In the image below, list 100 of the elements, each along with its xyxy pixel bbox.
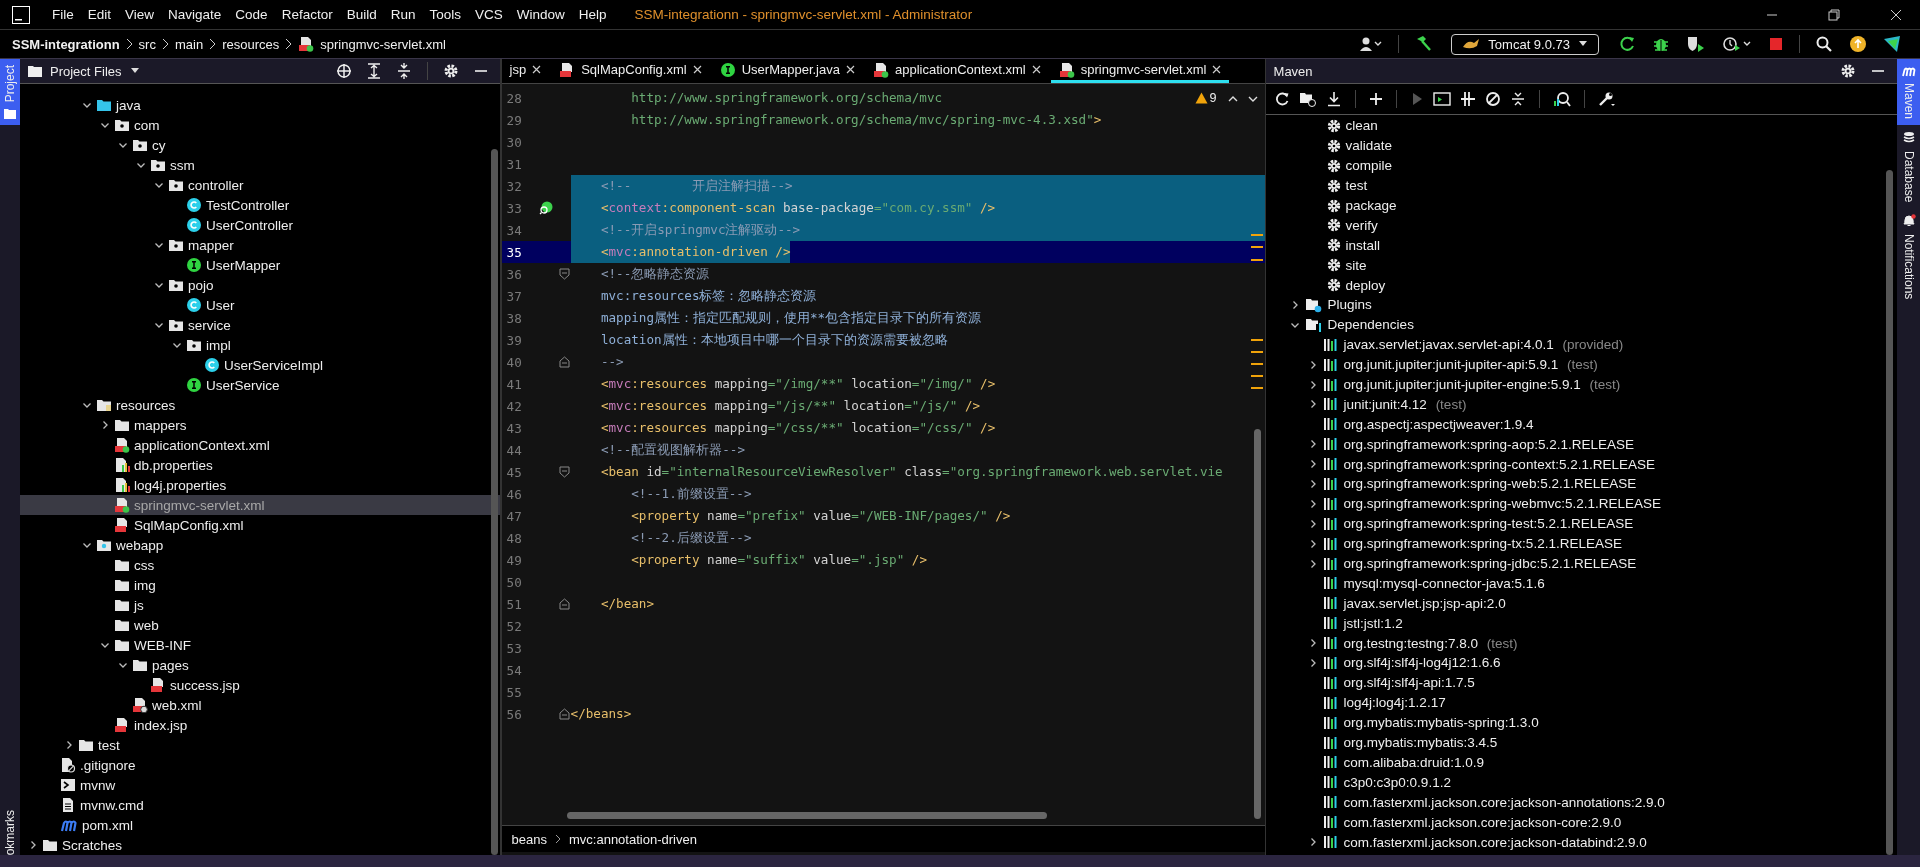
close-icon[interactable] bbox=[1212, 65, 1222, 74]
chevron-down-icon[interactable] bbox=[82, 400, 92, 410]
breadcrumb[interactable]: SSM-integrationn bbox=[12, 36, 120, 52]
breadcrumb[interactable]: mvc:annotation-driven bbox=[569, 831, 697, 847]
terminal-icon[interactable] bbox=[1432, 92, 1451, 106]
tree-item[interactable]: success.jsp bbox=[20, 675, 500, 695]
dependency-item[interactable]: c3p0:c3p0:0.9.1.2 bbox=[1265, 772, 1897, 793]
tree-item[interactable]: java bbox=[20, 95, 500, 115]
tree-item[interactable]: .gitignore bbox=[20, 755, 500, 775]
dependency-item[interactable]: com.fasterxml.jackson.core:jackson-annotations:2.9.0 bbox=[1265, 792, 1897, 813]
dependency-item[interactable]: org.springframework:spring-web:5.2.1.RELEASE bbox=[1265, 474, 1897, 494]
maven-goal[interactable]: install bbox=[1265, 235, 1897, 256]
panel-title[interactable]: Project Files bbox=[50, 63, 122, 79]
dependency-item[interactable]: org.springframework:spring-webmvc:5.2.1.RELEASE bbox=[1265, 493, 1897, 514]
tool-window-tab[interactable]: okmarks bbox=[0, 803, 20, 855]
tree-item[interactable]: UserService bbox=[20, 375, 500, 395]
toggle-offline-icon[interactable] bbox=[1459, 91, 1476, 107]
fold-icon[interactable] bbox=[558, 356, 570, 368]
dependency-item[interactable]: org.junit.jupiter:junit-jupiter-engine:5.9.1 (test) bbox=[1265, 374, 1897, 395]
rerun-icon[interactable] bbox=[1618, 35, 1636, 53]
dependency-item[interactable]: com.fasterxml.jackson.core:jackson-core:2.9.0 bbox=[1265, 812, 1897, 833]
caret-icon[interactable] bbox=[129, 67, 140, 75]
collapse-all-icon[interactable] bbox=[1509, 91, 1526, 107]
tree-item[interactable]: WEB-INF bbox=[20, 635, 500, 655]
maven-node[interactable]: Plugins bbox=[1265, 295, 1897, 315]
stop-icon[interactable] bbox=[1768, 36, 1784, 52]
close-icon[interactable] bbox=[1031, 65, 1041, 74]
chevron-down-icon[interactable] bbox=[172, 340, 182, 350]
search-icon[interactable] bbox=[1815, 35, 1833, 53]
chevron-down-icon[interactable] bbox=[82, 540, 92, 550]
dependency-item[interactable]: log4j:log4j:1.2.17 bbox=[1265, 692, 1897, 713]
wrench-icon[interactable] bbox=[1597, 91, 1616, 107]
editor-tab[interactable]: applicationContext.xml bbox=[864, 59, 1049, 83]
tree-item[interactable]: test bbox=[20, 735, 500, 755]
add-folder-icon[interactable] bbox=[1298, 91, 1317, 107]
tree-item[interactable]: service bbox=[20, 315, 500, 335]
menu-item[interactable]: Edit bbox=[87, 7, 112, 22]
tree-item[interactable]: web.xml bbox=[20, 695, 500, 715]
dependency-item[interactable]: junit:junit:4.12 (test) bbox=[1265, 394, 1897, 415]
maven-goal[interactable]: package bbox=[1265, 195, 1897, 216]
maven-goal[interactable]: test bbox=[1265, 175, 1897, 196]
chevron-down-icon[interactable] bbox=[82, 100, 92, 110]
app-logo-icon[interactable] bbox=[12, 5, 30, 24]
maven-goal[interactable]: verify bbox=[1265, 215, 1897, 236]
plus-icon[interactable] bbox=[1368, 92, 1383, 106]
tree-item[interactable]: log4j.properties bbox=[20, 475, 500, 495]
dependency-item[interactable]: org.springframework:spring-aop:5.2.1.RELEASE bbox=[1265, 434, 1897, 455]
tree-item[interactable]: SqlMapConfig.xml bbox=[20, 515, 500, 535]
menu-item[interactable]: Help bbox=[578, 7, 607, 22]
user-icon[interactable] bbox=[1359, 36, 1384, 52]
tree-item[interactable]: mvnw bbox=[20, 775, 500, 795]
tree-item[interactable]: db.properties bbox=[20, 455, 500, 475]
editor-tab[interactable]: SqlMapConfig.xml bbox=[551, 59, 710, 83]
close-icon[interactable] bbox=[845, 65, 855, 74]
tree-item[interactable]: applicationContext.xml bbox=[20, 435, 500, 455]
dependency-item[interactable]: javax.servlet.jsp:jsp-api:2.0 bbox=[1265, 593, 1897, 614]
tree-item[interactable]: UserServiceImpl bbox=[20, 355, 500, 375]
bean-icon[interactable] bbox=[538, 201, 553, 215]
breadcrumb[interactable]: springmvc-servlet.xml bbox=[320, 36, 446, 52]
tree-item[interactable]: Scratches bbox=[20, 835, 500, 855]
menu-item[interactable]: Refactor bbox=[281, 7, 333, 22]
tree-item[interactable]: mappers bbox=[20, 415, 500, 435]
dependency-item[interactable]: org.springframework:spring-jdbc:5.2.1.RELEASE bbox=[1265, 553, 1897, 574]
dependency-item[interactable]: org.aspectj:aspectjweaver:1.9.4 bbox=[1265, 414, 1897, 435]
fold-icon[interactable] bbox=[558, 466, 570, 478]
chevron-down-icon[interactable] bbox=[154, 280, 164, 290]
menu-item[interactable]: Build bbox=[346, 7, 377, 22]
toolbox-icon[interactable] bbox=[1883, 35, 1901, 53]
tree-item[interactable]: web bbox=[20, 615, 500, 635]
settings-icon[interactable] bbox=[442, 63, 459, 79]
editor-tab[interactable]: jsp bbox=[501, 59, 550, 83]
tree-item[interactable]: controller bbox=[20, 175, 500, 195]
warning-counter[interactable]: 9 bbox=[1194, 91, 1217, 105]
maven-goal[interactable]: validate bbox=[1265, 135, 1897, 156]
dependency-item[interactable]: org.mybatis:mybatis-spring:1.3.0 bbox=[1265, 712, 1897, 733]
scrollbar-thumb[interactable] bbox=[490, 149, 498, 855]
dependency-item[interactable]: org.mybatis:mybatis:3.4.5 bbox=[1265, 732, 1897, 753]
tree-item[interactable]: mvnw.cmd bbox=[20, 795, 500, 815]
maven-node[interactable]: Dependencies bbox=[1265, 314, 1897, 335]
dependency-item[interactable]: mysql:mysql-connector-java:5.1.6 bbox=[1265, 573, 1897, 594]
close-icon[interactable] bbox=[1890, 8, 1902, 21]
collapse-all-icon[interactable] bbox=[395, 63, 412, 79]
run-configuration-dropdown[interactable]: Tomcat 9.0.73 bbox=[1451, 33, 1599, 55]
menu-item[interactable]: Navigate bbox=[168, 7, 222, 22]
scrollbar-thumb[interactable] bbox=[1253, 429, 1261, 819]
menu-item[interactable]: VCS bbox=[475, 7, 503, 22]
chevron-down-icon[interactable] bbox=[154, 240, 164, 250]
dependency-item[interactable]: org.testng:testng:7.8.0 (test) bbox=[1265, 633, 1897, 654]
chevron-down-icon[interactable] bbox=[154, 180, 164, 190]
tree-item[interactable]: pom.xml bbox=[20, 815, 500, 835]
menu-item[interactable]: Window bbox=[516, 7, 565, 22]
analyze-icon[interactable] bbox=[1552, 91, 1571, 107]
maven-goal[interactable]: site bbox=[1265, 255, 1897, 276]
chevron-down-icon[interactable] bbox=[154, 320, 164, 330]
tool-window-tab[interactable]: Maven bbox=[1897, 59, 1920, 126]
dependency-item[interactable]: org.slf4j:slf4j-log4j12:1.6.6 bbox=[1265, 653, 1897, 673]
editor-tab[interactable]: springmvc-servlet.xml bbox=[1050, 59, 1230, 83]
tree-item[interactable]: impl bbox=[20, 335, 500, 355]
tree-item[interactable]: index.jsp bbox=[20, 715, 500, 735]
maven-goal[interactable]: deploy bbox=[1265, 275, 1897, 295]
